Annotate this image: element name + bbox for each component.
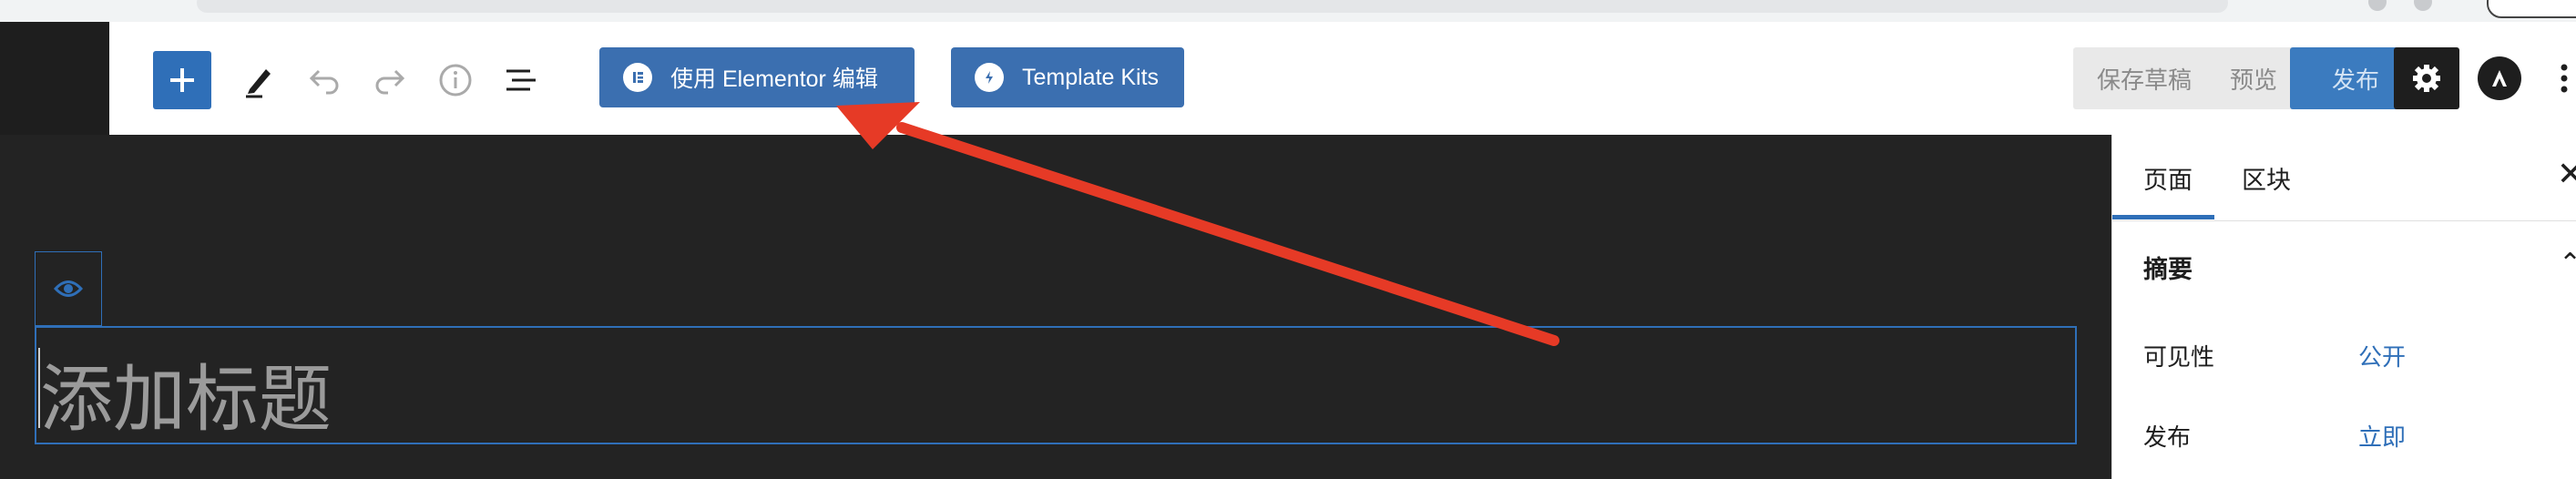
browser-profile-icon[interactable]: [2414, 0, 2432, 11]
wordpress-logo-area: [0, 22, 109, 135]
publish-label: 发布: [2331, 66, 2379, 94]
active-tab-indicator: [2112, 215, 2214, 219]
publish-label: 发布: [2143, 423, 2192, 451]
browser-extension-icon[interactable]: [2368, 0, 2387, 11]
visibility-value[interactable]: 公开: [2358, 339, 2406, 372]
details-button[interactable]: [434, 58, 477, 102]
settings-button[interactable]: [2394, 47, 2459, 109]
edit-with-elementor-button[interactable]: 使用 Elementor 编辑: [599, 47, 915, 107]
options-menu-button[interactable]: [2550, 56, 2576, 100]
tab-page[interactable]: 页面: [2143, 160, 2193, 196]
chevron-up-icon[interactable]: ⌃: [2559, 248, 2576, 280]
add-block-button[interactable]: [153, 51, 211, 109]
save-draft-label: 保存草稿: [2096, 66, 2192, 94]
redo-button[interactable]: [368, 58, 412, 102]
template-kits-label: Template Kits: [1022, 64, 1160, 90]
elementor-button-label: 使用 Elementor 编辑: [670, 66, 878, 92]
summary-section-title[interactable]: 摘要: [2143, 250, 2193, 285]
gear-icon: [2413, 65, 2440, 92]
address-bar[interactable]: [197, 0, 2228, 13]
browser-menu-pill[interactable]: [2487, 0, 2576, 18]
post-title-field[interactable]: 添加标题: [35, 326, 2077, 444]
visibility-label: 可见性: [2143, 343, 2215, 371]
visibility-toggle[interactable]: [35, 251, 102, 326]
sidebar-tabs: 页面 区块 ✕: [2112, 135, 2576, 221]
template-kits-icon: [975, 63, 1004, 92]
template-kits-button[interactable]: Template Kits: [951, 47, 1184, 107]
eye-icon: [54, 280, 83, 297]
editor-canvas: 添加标题: [0, 135, 2111, 479]
info-icon: [439, 64, 472, 97]
tools-button[interactable]: [237, 58, 281, 102]
editor-toolbar: 使用 Elementor 编辑 Template Kits 保存草稿 预览 发布: [109, 22, 2576, 136]
redo-icon: [375, 69, 405, 95]
settings-sidebar: 页面 区块 ✕ 摘要 ⌃ 可见性 公开 发布 立即: [2111, 135, 2576, 479]
elementor-icon: [623, 63, 652, 92]
plus-icon: [170, 68, 194, 92]
undo-button[interactable]: [302, 58, 346, 102]
tab-block[interactable]: 区块: [2242, 160, 2291, 196]
list-view-button[interactable]: [499, 58, 543, 102]
pen-icon: [246, 69, 271, 98]
browser-chrome: [0, 0, 2576, 22]
post-title-placeholder: 添加标题: [40, 357, 332, 442]
astra-icon: [2492, 70, 2507, 87]
save-draft-button[interactable]: 保存草稿: [2073, 47, 2215, 109]
publish-value[interactable]: 立即: [2358, 419, 2406, 453]
astra-settings-button[interactable]: [2478, 56, 2521, 100]
undo-icon: [309, 69, 339, 95]
preview-label: 预览: [2229, 66, 2277, 94]
kebab-icon: [2561, 64, 2568, 93]
list-view-icon: [506, 69, 536, 91]
close-icon[interactable]: ✕: [2557, 155, 2576, 193]
